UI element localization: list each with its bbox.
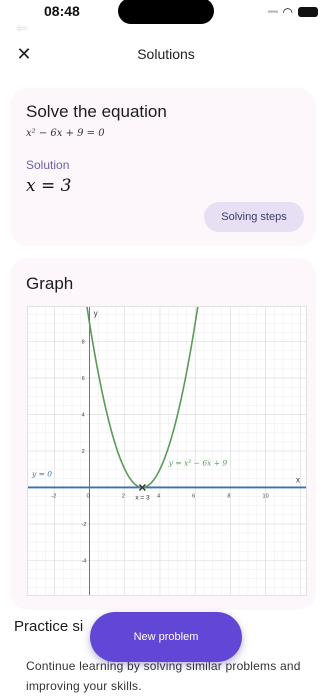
x-tick-label: 10: [263, 493, 269, 499]
practice-title: Practice si: [14, 618, 84, 635]
practice-text: Continue learning by solving similar pro…: [26, 659, 301, 693]
solution-label: Solution: [26, 158, 70, 172]
y-tick-label: -4: [82, 558, 87, 564]
status-bar: 08:48 •••• ◠: [0, 0, 332, 40]
curve-label: y = x² − 6x + 9: [168, 459, 228, 468]
x-tick-label: 4: [157, 493, 160, 499]
y-tick-label: 2: [82, 449, 85, 455]
root-label: x = 3: [135, 494, 150, 501]
header: ✕ Solutions: [0, 40, 332, 70]
solving-steps-button[interactable]: Solving steps: [204, 202, 304, 232]
x-tick-label: 6: [192, 493, 195, 499]
graph-card: Graph -2 0 2 4 6 8 10 8 6 4 2 -2 -4 y x x = 3 y = x² − 6…: [10, 258, 316, 610]
x-tick-label: 2: [122, 493, 125, 499]
equation: x² − 6x + 9 = 0: [26, 128, 105, 139]
y-tick-label: -2: [82, 522, 87, 528]
y-tick-label: 4: [82, 413, 85, 419]
solution-value: x = 3: [26, 176, 72, 196]
signal-icon: ••••: [267, 6, 279, 18]
x-tick-label: 0: [87, 493, 90, 499]
notch: [118, 0, 214, 24]
x-axis-label: x: [296, 475, 300, 484]
status-icons: •••• ◠: [267, 5, 318, 19]
graph-svg[interactable]: -2 0 2 4 6 8 10 8 6 4 2 -2 -4 y x x = 3 y = x² − 6x + 9 y…: [28, 307, 306, 595]
graph-plot[interactable]: -2 0 2 4 6 8 10 8 6 4 2 -2 -4 y x x = 3 y = x² − 6x + 9 y…: [27, 306, 307, 596]
wifi-icon: ◠: [282, 5, 293, 19]
line-label: y = 0: [31, 470, 52, 479]
solve-card: Solve the equation x² − 6x + 9 = 0 Solut…: [10, 88, 316, 246]
status-time: 08:48: [44, 3, 80, 19]
solve-title: Solve the equation: [26, 102, 167, 121]
y-tick-label: 8: [82, 340, 85, 346]
y-axis-label: y: [94, 309, 98, 318]
x-tick-label: -2: [51, 493, 56, 499]
back-arrow-icon[interactable]: ←: [14, 18, 30, 36]
graph-title: Graph: [26, 274, 74, 293]
battery-icon: [298, 7, 318, 17]
x-tick-label: 8: [227, 493, 230, 499]
new-problem-button[interactable]: New problem: [90, 612, 242, 662]
page-title: Solutions: [137, 46, 195, 62]
y-tick-label: 6: [82, 376, 85, 382]
